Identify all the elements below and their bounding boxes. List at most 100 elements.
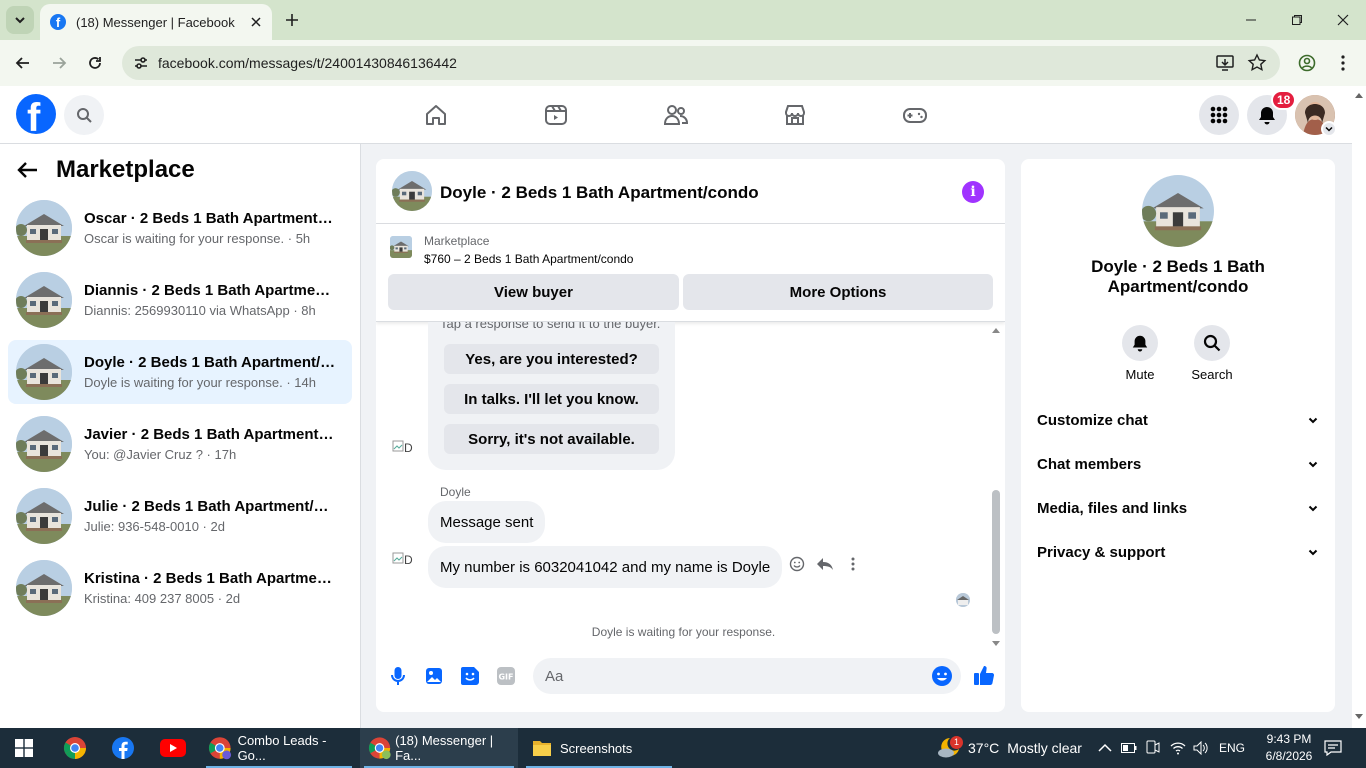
- taskbar-chrome[interactable]: [52, 728, 98, 768]
- conversation-item[interactable]: Oscar · 2 Beds 1 Bath Apartment/c... Osca…: [8, 196, 352, 260]
- sticker-button[interactable]: [459, 665, 481, 687]
- broken-image-icon: [392, 440, 404, 452]
- browser-tab-messenger[interactable]: f (18) Messenger | Facebook: [40, 4, 272, 40]
- chrome-icon: [368, 737, 391, 760]
- conversation-info-button[interactable]: i: [962, 181, 984, 203]
- install-app-icon[interactable]: [1215, 53, 1235, 73]
- menu-button[interactable]: [1199, 95, 1239, 135]
- taskbar-youtube[interactable]: [148, 728, 198, 768]
- quick-reply-not-available[interactable]: Sorry, it's not available.: [444, 424, 659, 454]
- more-options-button[interactable]: More Options: [683, 274, 993, 310]
- taskbar-combo-leads[interactable]: Combo Leads - Go...: [202, 728, 356, 768]
- facebook-search-button[interactable]: [64, 95, 104, 135]
- conversation-item[interactable]: Julie · 2 Beds 1 Bath Apartment/co... Jul…: [8, 484, 352, 548]
- listing-photo[interactable]: [1142, 175, 1214, 247]
- taskbar-facebook[interactable]: [100, 728, 146, 768]
- reload-button[interactable]: [81, 49, 109, 77]
- nav-marketplace[interactable]: [781, 101, 809, 129]
- chat-listing-thumbnail[interactable]: [392, 171, 432, 211]
- conversation-item[interactable]: Diannis · 2 Beds 1 Bath Apartment... Dian…: [8, 268, 352, 332]
- house-photo: [1142, 175, 1214, 247]
- reply-button[interactable]: [815, 554, 835, 574]
- network-indicator[interactable]: [1170, 728, 1186, 768]
- taskbar-messenger[interactable]: (18) Messenger | Fa...: [360, 728, 518, 768]
- account-menu-chevron[interactable]: [1321, 121, 1337, 137]
- waiting-status: Doyle is waiting for your response.: [591, 625, 776, 639]
- video-icon: [545, 105, 567, 125]
- back-arrow-icon[interactable]: [16, 158, 40, 182]
- search-in-conversation-button[interactable]: [1194, 325, 1230, 361]
- tab-search-button[interactable]: [6, 6, 34, 34]
- battery-indicator[interactable]: [1121, 728, 1137, 768]
- message-bubble[interactable]: Message sent: [428, 501, 546, 543]
- new-tab-button[interactable]: [280, 8, 304, 32]
- close-window-button[interactable]: [1320, 0, 1366, 40]
- listing-price: $760 – 2 Beds 1 Bath Apartment/condo: [424, 252, 634, 266]
- scroll-up-icon[interactable]: [991, 326, 1001, 334]
- nav-friends[interactable]: [662, 101, 690, 129]
- scroll-up-icon[interactable]: [1355, 92, 1363, 98]
- conversation-item[interactable]: Doyle · 2 Beds 1 Bath Apartment/c... Doyl…: [8, 340, 352, 404]
- conversation-item[interactable]: Javier · 2 Beds 1 Bath Apartment/c... You…: [8, 412, 352, 476]
- language-indicator[interactable]: ENG: [1219, 728, 1245, 768]
- friends-icon: [663, 105, 689, 125]
- start-button[interactable]: [0, 728, 48, 768]
- mute-action[interactable]: Mute: [1110, 325, 1170, 382]
- profile-icon: [1298, 54, 1316, 72]
- house-photo: [16, 488, 72, 544]
- clock-time: 9:43 PM: [1266, 732, 1312, 746]
- details-section-toggle[interactable]: Customize chat: [1037, 408, 1319, 432]
- gif-button[interactable]: GIF: [495, 665, 517, 687]
- nav-video[interactable]: [542, 101, 570, 129]
- nav-gaming[interactable]: [901, 101, 929, 129]
- more-actions-button[interactable]: [843, 554, 863, 574]
- conversation-item[interactable]: Kristina · 2 Beds 1 Bath Apartment... Kri…: [8, 556, 352, 620]
- quick-reply-interested[interactable]: Yes, are you interested?: [444, 344, 659, 374]
- browser-menu-button[interactable]: [1329, 49, 1357, 77]
- address-bar[interactable]: facebook.com/messages/t/2400143084613644…: [122, 46, 1280, 80]
- facebook-logo[interactable]: f: [16, 94, 56, 134]
- restore-window-button[interactable]: [1274, 0, 1320, 40]
- react-button[interactable]: [787, 554, 807, 574]
- system-clock[interactable]: 9:43 PM 6/8/2026: [1258, 731, 1320, 765]
- bookmark-star-icon[interactable]: [1247, 53, 1267, 73]
- mute-button[interactable]: [1122, 325, 1158, 361]
- listing-thumbnail[interactable]: [390, 236, 412, 258]
- scroll-down-icon[interactable]: [991, 640, 1001, 648]
- site-settings-icon[interactable]: [132, 54, 150, 72]
- meet-indicator[interactable]: [1146, 728, 1160, 768]
- details-section-toggle[interactable]: Chat members: [1037, 452, 1319, 476]
- minimize-window-button[interactable]: [1228, 0, 1274, 40]
- taskbar-screenshots[interactable]: Screenshots: [522, 728, 676, 768]
- search-action[interactable]: Search: [1182, 325, 1242, 382]
- weather-widget[interactable]: 1 37°C Mostly clear: [936, 728, 1082, 768]
- details-section-toggle[interactable]: Media, files and links: [1037, 496, 1319, 520]
- chat-title[interactable]: Doyle · 2 Beds 1 Bath Apartment/condo: [440, 183, 759, 203]
- attach-photo-button[interactable]: [423, 665, 445, 687]
- volume-indicator[interactable]: [1193, 728, 1209, 768]
- sender-avatar-broken[interactable]: D: [392, 552, 420, 580]
- view-buyer-button[interactable]: View buyer: [388, 274, 679, 310]
- scroll-down-icon[interactable]: [1355, 714, 1363, 720]
- sender-avatar-broken[interactable]: D: [392, 440, 420, 468]
- close-tab-button[interactable]: [246, 12, 266, 32]
- details-section-toggle[interactable]: Privacy & support: [1037, 540, 1319, 564]
- voice-clip-button[interactable]: [387, 665, 409, 687]
- conversation-name: Julie · 2 Beds 1 Bath Apartment/co...: [84, 498, 336, 515]
- browser-toolbar: facebook.com/messages/t/2400143084613644…: [0, 40, 1366, 86]
- nav-home[interactable]: [422, 101, 450, 129]
- message-bubble[interactable]: My number is 6032041042 and my name is D…: [428, 546, 783, 588]
- message-scrollbar[interactable]: [989, 322, 1003, 652]
- send-like-button[interactable]: [972, 663, 996, 687]
- show-hidden-icons-button[interactable]: [1098, 728, 1112, 768]
- back-button[interactable]: [9, 49, 37, 77]
- message-input[interactable]: Aa: [533, 658, 961, 694]
- forward-button[interactable]: [45, 49, 73, 77]
- profile-button[interactable]: [1293, 49, 1321, 77]
- quick-reply-in-talks[interactable]: In talks. I'll let you know.: [444, 384, 659, 414]
- scrollbar-thumb[interactable]: [992, 490, 1000, 634]
- sender-avatar-alt: D: [404, 441, 413, 455]
- page-scrollbar[interactable]: [1352, 86, 1366, 728]
- notification-center-button[interactable]: [1324, 728, 1342, 768]
- emoji-icon[interactable]: [931, 665, 953, 687]
